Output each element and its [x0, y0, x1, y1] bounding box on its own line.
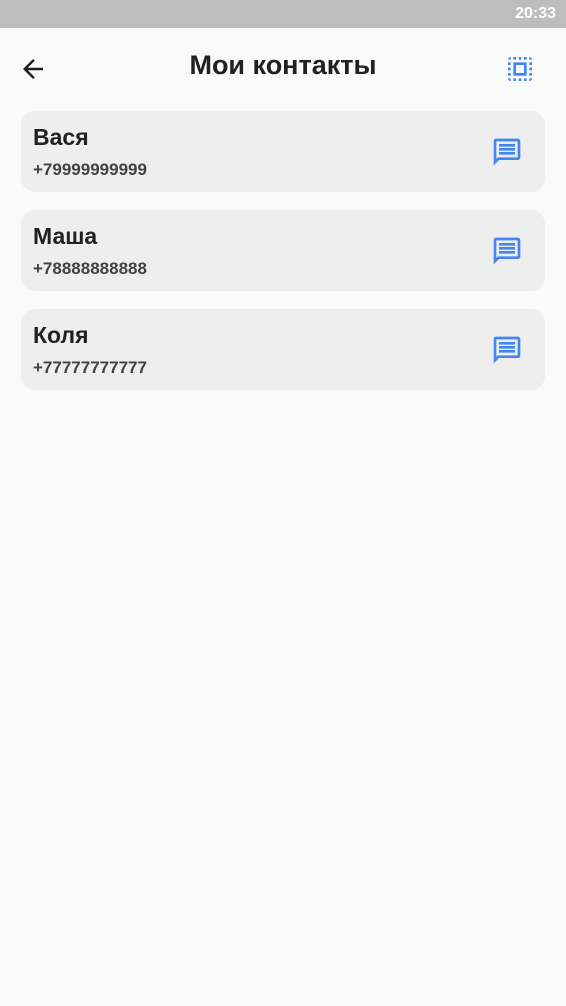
- contact-name: Маша: [33, 223, 98, 249]
- message-button[interactable]: [491, 235, 523, 267]
- message-button[interactable]: [491, 136, 523, 168]
- message-icon: [493, 138, 521, 166]
- contact-phone: +77777777777: [33, 358, 147, 377]
- message-button[interactable]: [491, 334, 523, 366]
- message-icon: [493, 336, 521, 364]
- contact-phone: +78888888888: [33, 259, 147, 278]
- contact-card[interactable]: Коля +77777777777: [21, 309, 545, 390]
- contact-list: Вася +79999999999 Маша +78888888888 Коля…: [21, 111, 545, 408]
- status-bar: 20:33: [0, 0, 566, 28]
- select-all-button[interactable]: [504, 53, 536, 85]
- contact-phone: +79999999999: [33, 160, 147, 179]
- contact-card[interactable]: Вася +79999999999: [21, 111, 545, 192]
- status-time: 20:33: [515, 5, 556, 22]
- select-all-icon: [508, 57, 532, 81]
- contact-card[interactable]: Маша +78888888888: [21, 210, 545, 291]
- contact-name: Вася: [33, 124, 89, 150]
- page-title: Мои контакты: [189, 50, 377, 80]
- app-bar: Мои контакты: [0, 28, 566, 108]
- contact-name: Коля: [33, 322, 89, 348]
- message-icon: [493, 237, 521, 265]
